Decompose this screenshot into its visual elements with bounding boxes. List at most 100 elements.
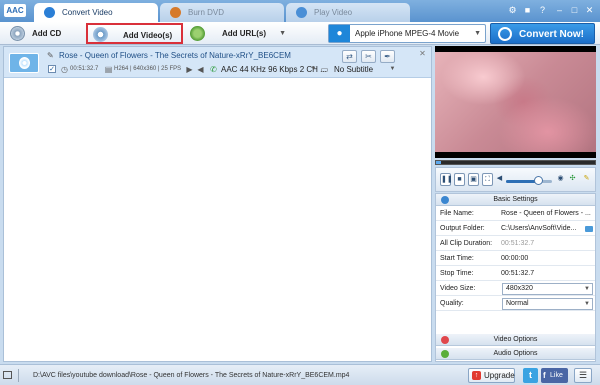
file-row[interactable]: ✎ Rose - Queen of Flowers - The Secrets … <box>4 47 431 78</box>
setting-video-size: Video Size: 480x320 ▼ <box>436 282 595 296</box>
convert-refresh-icon <box>498 27 512 41</box>
output-path: D:\AVC files\youtube download\Rose - Que… <box>33 372 350 379</box>
setting-label: Stop Time: <box>440 270 474 277</box>
crop-button[interactable]: ⇄ <box>342 50 357 63</box>
subtitle-value[interactable]: No Subtitle <box>334 65 373 74</box>
seek-progress <box>436 161 441 164</box>
fullscreen-icon[interactable]: ⛶ <box>482 173 493 186</box>
file-checkbox[interactable]: ✓ <box>48 65 56 73</box>
player-controls: ❚❚ ■ ▣ ⛶ ◀ ◉ ✣ ✎ <box>435 167 596 192</box>
film-reel-icon <box>93 27 108 42</box>
convert-icon <box>44 7 55 18</box>
snapshot-icon[interactable]: ▣ <box>468 173 479 186</box>
title-bar: AAC Convert Video Burn DVD Play Video ⚙ … <box>0 0 600 22</box>
chevron-down-icon[interactable]: ▼ <box>309 65 318 74</box>
play-icon <box>296 7 307 18</box>
twitter-icon[interactable]: t <box>523 368 538 383</box>
add-cd-disc-button[interactable]: Add CD Disc <box>4 23 80 59</box>
pencil-icon[interactable]: ✎ <box>47 52 55 60</box>
convert-now-button[interactable]: Convert Now! <box>490 23 595 44</box>
maximize-icon[interactable]: □ <box>569 5 580 16</box>
tools-icon[interactable]: ✎ <box>581 173 592 186</box>
video-options-header[interactable]: Video Options <box>436 334 595 346</box>
video-preview[interactable] <box>435 46 596 158</box>
tab-burn-dvd[interactable]: Burn DVD <box>160 3 284 22</box>
start-time-field[interactable]: 00:00:00 <box>501 252 591 266</box>
add-url-label: Add URL(s) <box>222 29 266 38</box>
setting-label: Output Folder: <box>440 225 485 232</box>
stop-time-field[interactable]: 00:51:32.7 <box>501 267 591 281</box>
chevron-down-icon[interactable]: ▼ <box>474 25 481 42</box>
speaker-icon: ◀ <box>197 65 204 74</box>
log-icon[interactable] <box>3 371 12 379</box>
scissors-icon[interactable]: ✂ <box>361 50 376 63</box>
minimize-icon[interactable]: – <box>554 5 565 16</box>
audio-options-icon <box>441 350 449 358</box>
settings-gear-icon[interactable]: ⚙ <box>507 5 518 16</box>
skin-icon[interactable]: ■ <box>522 5 533 16</box>
list-menu-icon[interactable]: ☰ <box>574 368 592 383</box>
output-format-select[interactable]: ● Apple iPhone MPEG-4 Movie (*.mp4) ▼ <box>328 24 486 55</box>
chevron-down-icon[interactable]: ▼ <box>388 65 397 74</box>
app-logo: AAC <box>4 4 26 17</box>
audio-options-header[interactable]: Audio Options <box>436 348 595 360</box>
file-name-field[interactable]: Rose - Queen of Flowers - ... <box>501 207 591 221</box>
upgrade-label: Upgrade <box>484 371 515 380</box>
volume-knob[interactable] <box>534 176 544 185</box>
output-folder-field[interactable]: C:\Users\AnvSoft\Vide... <box>501 222 581 236</box>
facebook-like-button[interactable]: f Like <box>541 368 568 383</box>
video-thumbnail[interactable] <box>9 53 39 73</box>
stop-icon[interactable]: ■ <box>454 173 465 186</box>
volume-icon[interactable]: ◀ <box>494 173 505 186</box>
add-urls-button[interactable]: Add URL(s) ▼ <box>184 23 290 44</box>
screenshot-icon[interactable]: ✣ <box>567 173 578 186</box>
setting-label: All Clip Duration: <box>440 240 493 247</box>
volume-slider[interactable] <box>506 180 552 183</box>
like-label: Like <box>550 372 563 379</box>
disc-icon <box>170 7 181 18</box>
subtitle-icon: ▭ <box>320 65 329 74</box>
chevron-down-icon: ▼ <box>584 301 590 307</box>
tab-label: Convert Video <box>62 8 113 17</box>
tab-convert-video[interactable]: Convert Video <box>34 3 158 22</box>
clip-duration-value: 00:51:32.7 <box>501 240 535 247</box>
basic-settings-header[interactable]: Basic Settings <box>436 194 595 206</box>
file-duration: 00:51:32.7 <box>70 66 99 72</box>
speaker-max-icon: ◉ <box>557 175 564 182</box>
setting-output-folder: Output Folder: C:\Users\AnvSoft\Vide... <box>436 222 595 236</box>
video-info: H264 | 640x360 | 25 FPS <box>114 66 182 72</box>
video-size-value: 480x320 <box>506 285 533 292</box>
play-small-icon[interactable]: ▶ <box>185 65 194 74</box>
setting-label: File Name: <box>440 210 474 217</box>
seek-slider[interactable] <box>435 160 596 165</box>
setting-start-time: Start Time: 00:00:00 <box>436 252 595 266</box>
quality-select[interactable]: Normal ▼ <box>502 298 593 310</box>
add-videos-button[interactable]: Add Video(s) <box>86 23 183 44</box>
divider <box>18 369 19 382</box>
toolbar: Add CD Disc Add Video(s) Add URL(s) ▼ ● … <box>0 22 600 59</box>
setting-quality: Quality: Normal ▼ <box>436 297 595 311</box>
tab-label: Play Video <box>314 8 353 17</box>
pause-icon[interactable]: ❚❚ <box>440 173 453 186</box>
file-title[interactable]: Rose - Queen of Flowers - The Secrets of… <box>59 51 291 60</box>
convert-label: Convert Now! <box>519 29 584 40</box>
remove-file-icon[interactable]: ✕ <box>418 49 427 58</box>
file-list[interactable]: ✎ Rose - Queen of Flowers - The Secrets … <box>3 46 432 362</box>
chevron-down-icon[interactable]: ▼ <box>279 23 286 44</box>
settings-panel: Basic Settings File Name: Rose - Queen o… <box>435 193 596 362</box>
folder-icon[interactable] <box>585 226 593 232</box>
video-options-label: Video Options <box>493 336 538 343</box>
apple-icon: ● <box>329 25 350 42</box>
audio-options-label: Audio Options <box>493 350 538 357</box>
effects-wand-icon[interactable]: ✒ <box>380 50 395 63</box>
help-icon[interactable]: ? <box>537 5 548 16</box>
upgrade-button[interactable]: ↑ Upgrade <box>468 368 515 383</box>
setting-label: Video Size: <box>440 285 476 292</box>
close-icon[interactable]: ✕ <box>584 5 595 16</box>
video-size-select[interactable]: 480x320 ▼ <box>502 283 593 295</box>
cd-icon <box>10 26 25 41</box>
setting-file-name: File Name: Rose - Queen of Flowers - ... <box>436 207 595 221</box>
quality-value: Normal <box>506 300 529 307</box>
tab-play-video[interactable]: Play Video <box>286 3 410 22</box>
clock-icon: ◷ <box>61 65 68 74</box>
